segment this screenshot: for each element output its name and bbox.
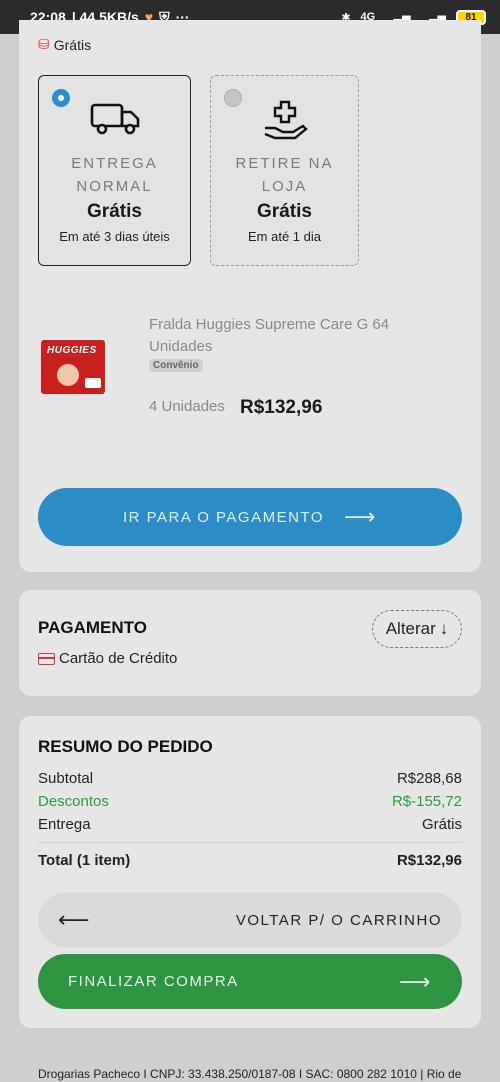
coins-icon: ⛁ — [38, 36, 50, 52]
order-summary-card: RESUMO DO PEDIDO Subtotal R$288,68 Desco… — [19, 716, 481, 1028]
total-row: Total (1 item) R$132,96 — [38, 852, 462, 869]
shipping-cost-label: Grátis — [53, 36, 92, 53]
subtotal-label: Subtotal — [38, 770, 94, 787]
option-title: ENTREGA NORMAL — [71, 155, 158, 195]
arrow-left-icon: ⟵ — [58, 907, 92, 932]
go-to-payment-label: IR PARA O PAGAMENTO — [122, 508, 324, 526]
delivery-option-pickup[interactable]: RETIRE NA LOJA Grátis Em até 1 dia — [210, 75, 359, 266]
product-badge: Convênio — [149, 359, 203, 372]
arrow-right-icon: ⟶ — [398, 968, 432, 994]
total-value: R$132,96 — [396, 852, 462, 869]
baby-illustration — [57, 364, 79, 386]
radio-selected[interactable] — [52, 89, 70, 107]
product-name[interactable]: Fralda Huggies Supreme Care G 64 Unidade… — [149, 314, 409, 358]
finish-purchase-label: FINALIZAR COMPRA — [68, 973, 239, 990]
option-eta: Em até 1 dia — [248, 229, 321, 244]
credit-card-icon — [38, 652, 55, 665]
payment-method: Cartão de Crédito — [38, 650, 177, 667]
delivery-card: ⛁ Grátis ENTREGA NORMAL Grátis Em até 3 … — [19, 20, 481, 572]
total-label: Total (1 item) — [38, 852, 131, 869]
back-to-cart-label: VOLTAR P/ O CARRINHO — [235, 911, 442, 929]
delivery-value: Grátis — [421, 816, 462, 833]
change-payment-button[interactable]: Alterar ↓ — [372, 610, 462, 648]
discount-value: R$-155,72 — [391, 793, 462, 810]
option-price: Grátis — [87, 201, 142, 222]
delivery-option-normal[interactable]: ENTREGA NORMAL Grátis Em até 3 dias útei… — [38, 75, 191, 266]
delivery-row: Entrega Grátis — [38, 816, 462, 833]
summary-title: RESUMO DO PEDIDO — [38, 737, 213, 756]
radio-unselected[interactable] — [224, 89, 242, 107]
product-image: HUGGIES — [41, 340, 105, 394]
footer-text: Drogarias Pacheco I CNPJ: 33.438.250/018… — [38, 1067, 462, 1081]
payment-method-label: Cartão de Crédito — [59, 650, 178, 667]
package-tag — [85, 378, 101, 388]
arrow-down-icon: ↓ — [439, 619, 449, 638]
payment-title: PAGAMENTO — [38, 618, 147, 637]
option-title: RETIRE NA LOJA — [235, 155, 334, 195]
option-price: Grátis — [257, 201, 312, 222]
pickup-hand-icon — [261, 98, 309, 147]
change-payment-label: Alterar — [385, 619, 436, 638]
shipping-cost: ⛁ Grátis — [38, 36, 91, 53]
product-image-brand: HUGGIES — [47, 345, 97, 356]
product-price: R$132,96 — [240, 397, 323, 418]
product-quantity: 4 Unidades — [149, 398, 225, 415]
discount-row: Descontos R$-155,72 — [38, 793, 462, 810]
back-to-cart-button[interactable]: ⟵ VOLTAR P/ O CARRINHO — [38, 893, 462, 947]
payment-card: PAGAMENTO Alterar ↓ Cartão de Crédito — [19, 590, 481, 696]
finish-purchase-button[interactable]: FINALIZAR COMPRA ⟶ — [38, 954, 462, 1009]
subtotal-value: R$288,68 — [396, 770, 462, 787]
truck-icon — [89, 98, 141, 143]
delivery-label: Entrega — [38, 816, 91, 833]
discount-label: Descontos — [38, 793, 109, 810]
subtotal-row: Subtotal R$288,68 — [38, 770, 462, 787]
go-to-payment-button[interactable]: IR PARA O PAGAMENTO ⟶ — [38, 488, 462, 546]
divider — [38, 842, 462, 843]
arrow-right-icon: ⟶ — [344, 504, 378, 529]
option-eta: Em até 3 dias úteis — [59, 229, 170, 244]
